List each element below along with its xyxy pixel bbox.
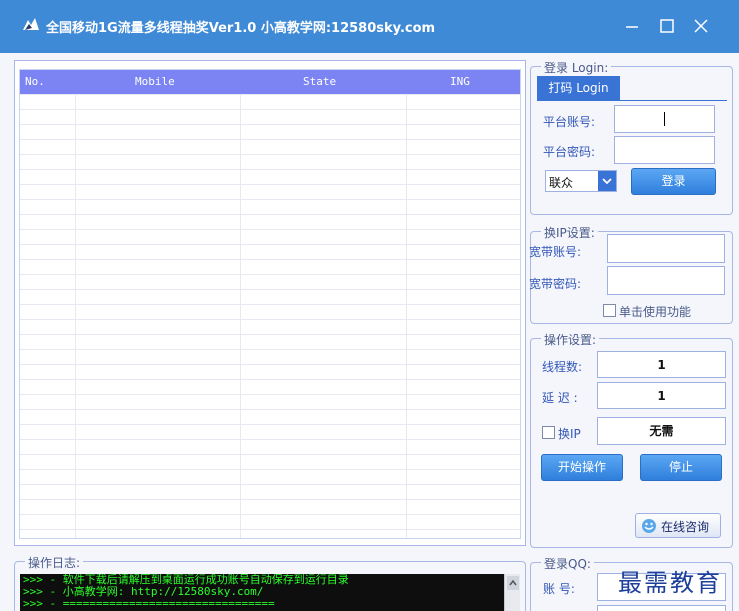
platform-password-label: 平台密码: [543,145,596,159]
log-group-title: 操作日志: [25,554,84,571]
result-list-frame: No. Mobile State ING [14,60,526,546]
minimize-icon [626,26,638,28]
single-click-label: 单击使用功能 [619,305,692,319]
start-button[interactable]: 开始操作 [541,454,623,481]
maximize-icon [660,19,674,33]
ip-settings-title: 换IP设置: [541,224,598,241]
column-header-mobile[interactable]: Mobile [135,75,175,88]
carrier-select-value: 联众 [549,176,574,190]
operation-settings-title: 操作设置: [541,331,600,348]
ip-settings-group: 换IP设置: 宽带账号: 宽带密码: 单击使用功能 [529,224,733,324]
tab-captcha-login[interactable]: 打码 Login [537,76,620,100]
close-button[interactable] [686,12,716,40]
broadband-account-label: 宽带账号: [529,245,582,259]
login-group: 登录 Login: 打码 Login 平台账号: 平台密码: 联众 登录 [530,59,733,215]
chevron-up-icon [509,579,517,586]
dropdown-button[interactable] [598,171,616,191]
online-consult-label: 在线咨询 [661,520,710,534]
app-logo-icon [23,18,39,30]
change-ip-mode-input[interactable]: 无需 [597,417,726,445]
qq-login-title: 登录QQ: [541,555,594,572]
close-icon [694,19,708,33]
app-window: 全国移动1G流量多线程抽奖Ver1.0 小高教学网:12580sky.com N… [0,0,739,611]
maximize-button[interactable] [652,12,682,40]
list-body[interactable] [20,94,520,538]
column-header-state[interactable]: State [303,75,336,88]
single-click-checkbox[interactable] [603,304,616,317]
list-header: No. Mobile State ING [20,70,520,94]
title-bar[interactable]: 全国移动1G流量多线程抽奖Ver1.0 小高教学网:12580sky.com [0,0,739,53]
delay-input[interactable]: 1 [597,382,726,409]
platform-account-label: 平台账号: [543,115,596,129]
qq-account-label: 账 号: [543,582,575,596]
consult-icon [642,519,656,533]
log-group: 操作日志: >>> - 软件下载后请解压到桌面运行成功账号自动保存到运行目录 >… [14,554,526,611]
broadband-password-label: 宽带密码: [529,277,582,291]
window-title: 全国移动1G流量多线程抽奖Ver1.0 小高教学网:12580sky.com [46,21,436,36]
broadband-password-input[interactable] [607,266,725,295]
qq-password-input[interactable] [597,605,726,611]
log-line: >>> - ================================ [23,597,275,610]
change-ip-label: 换IP [558,427,581,441]
scroll-up-button[interactable] [507,576,519,590]
minimize-button[interactable] [617,12,647,40]
change-ip-checkbox[interactable] [542,426,555,439]
watermark: 最需教育 [618,569,722,597]
operation-settings-group: 操作设置: 线程数: 1 延 迟 : 1 换IP 无需 开始操作 停止 在线咨询 [530,331,733,548]
thread-count-input[interactable]: 1 [597,351,726,378]
column-header-ing[interactable]: ING [450,75,470,88]
thread-count-label: 线程数: [542,360,583,374]
carrier-select[interactable]: 联众 [545,170,617,192]
chevron-down-icon [602,178,612,185]
broadband-account-input[interactable] [607,234,725,263]
delay-label: 延 迟 : [542,391,578,405]
result-list[interactable]: No. Mobile State ING [19,69,521,539]
log-output[interactable]: >>> - 软件下载后请解压到桌面运行成功账号自动保存到运行目录 >>> - 小… [20,574,520,611]
login-button[interactable]: 登录 [631,168,716,195]
platform-password-input[interactable] [614,136,715,164]
stop-button[interactable]: 停止 [640,454,722,481]
log-scrollbar[interactable] [504,574,520,611]
column-header-no[interactable]: No. [25,75,45,88]
login-group-title: 登录 Login: [541,59,612,76]
online-consult-button[interactable]: 在线咨询 [635,513,721,538]
text-cursor [664,112,665,126]
tab-underline [537,100,727,101]
